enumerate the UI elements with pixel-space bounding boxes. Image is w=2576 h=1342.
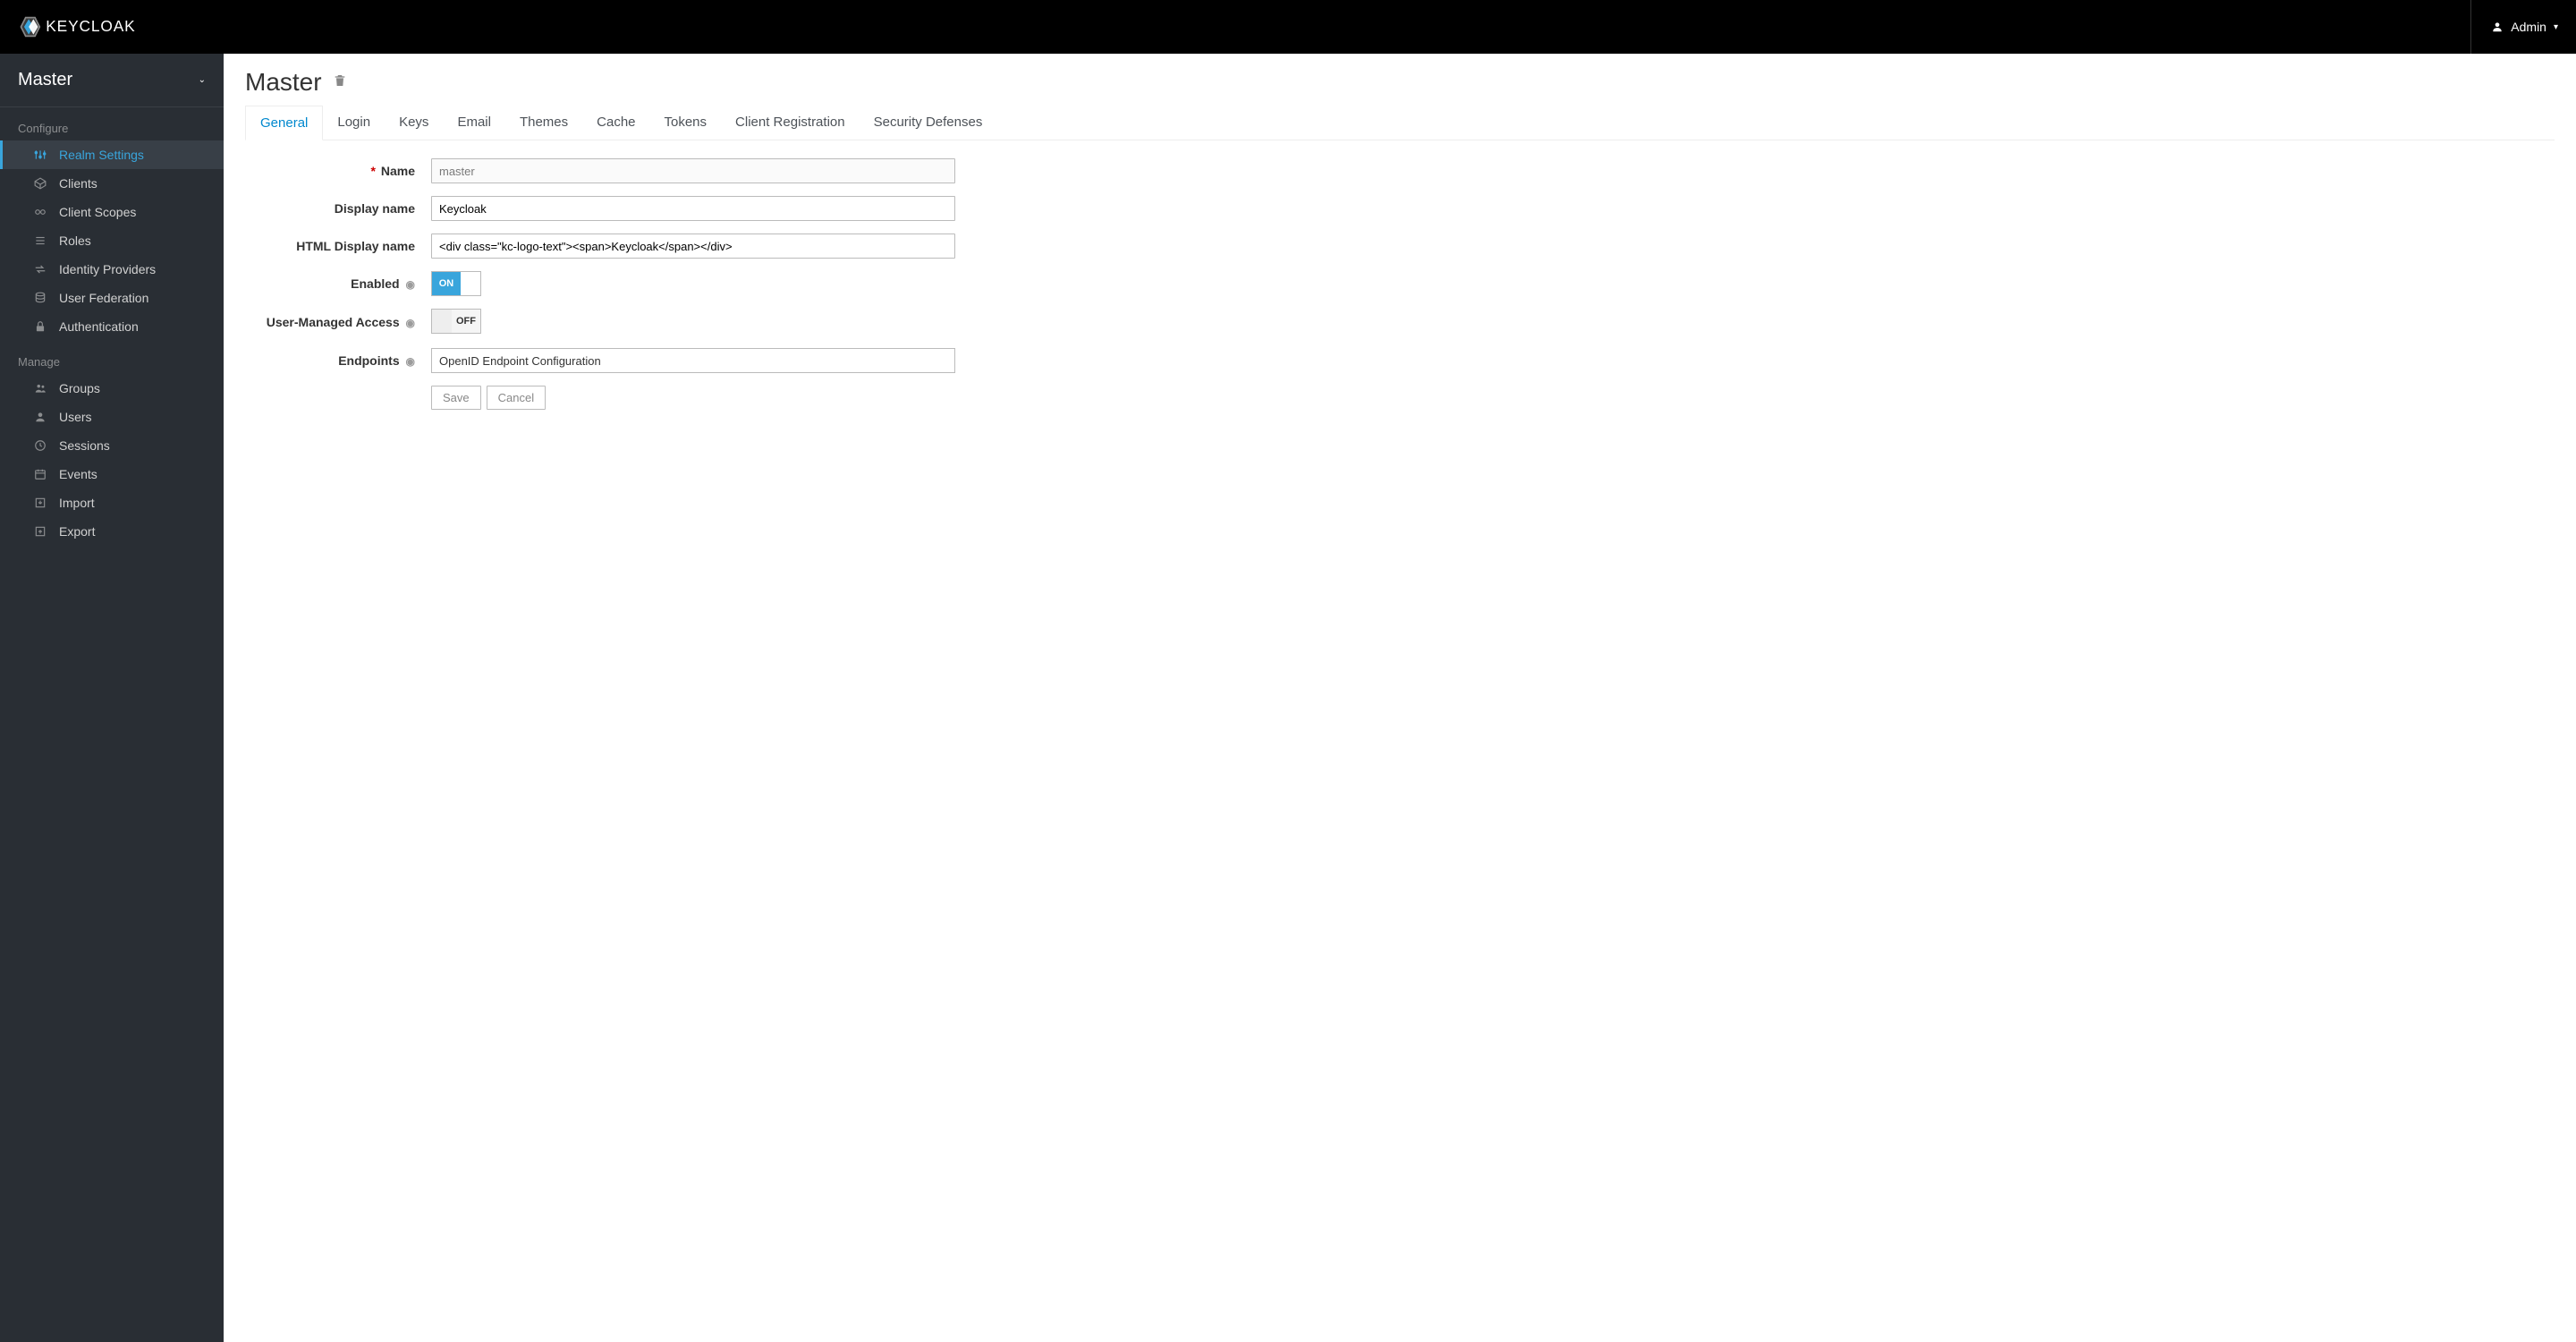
sidebar-item-label: Import bbox=[59, 496, 95, 510]
sidebar-item-clients[interactable]: Clients bbox=[0, 169, 224, 198]
section-label-configure: Configure bbox=[0, 107, 224, 140]
enabled-label: Enabled ◉ bbox=[245, 276, 431, 291]
tab-tokens[interactable]: Tokens bbox=[650, 106, 722, 140]
user-menu[interactable]: Admin ▾ bbox=[2470, 0, 2558, 54]
sidebar-item-label: Realm Settings bbox=[59, 148, 144, 162]
sidebar-item-label: Export bbox=[59, 524, 95, 539]
svg-text:KEYCLOAK: KEYCLOAK bbox=[46, 17, 135, 35]
sidebar-item-authentication[interactable]: Authentication bbox=[0, 312, 224, 341]
help-icon[interactable]: ◉ bbox=[406, 278, 415, 291]
name-input[interactable] bbox=[431, 158, 955, 183]
tab-general[interactable]: General bbox=[245, 106, 323, 140]
sliders-icon bbox=[34, 149, 47, 161]
sidebar-item-label: Client Scopes bbox=[59, 205, 136, 219]
sidebar-item-client-scopes[interactable]: Client Scopes bbox=[0, 198, 224, 226]
help-icon[interactable]: ◉ bbox=[406, 355, 415, 368]
sidebar-item-label: Events bbox=[59, 467, 97, 481]
sidebar-item-realm-settings[interactable]: Realm Settings bbox=[0, 140, 224, 169]
page-title: Master bbox=[245, 68, 322, 97]
cube-icon bbox=[34, 177, 47, 190]
realm-switcher[interactable]: Master ⌄ bbox=[0, 54, 224, 107]
display-name-input[interactable] bbox=[431, 196, 955, 221]
tab-email[interactable]: Email bbox=[443, 106, 505, 140]
user-icon bbox=[34, 411, 47, 423]
import-icon bbox=[34, 497, 47, 509]
sidebar-item-users[interactable]: Users bbox=[0, 403, 224, 431]
sidebar-item-label: Groups bbox=[59, 381, 100, 395]
html-display-name-input[interactable] bbox=[431, 234, 955, 259]
uma-label: User-Managed Access ◉ bbox=[245, 315, 431, 329]
content: Master General Login Keys Email Themes C… bbox=[224, 54, 2576, 1342]
export-icon bbox=[34, 525, 47, 538]
list-icon bbox=[34, 234, 47, 247]
sidebar-item-export[interactable]: Export bbox=[0, 517, 224, 546]
enabled-toggle[interactable]: ON bbox=[431, 271, 481, 296]
toggle-thumb bbox=[461, 272, 480, 295]
lock-icon bbox=[34, 320, 47, 333]
sidebar-item-label: Roles bbox=[59, 234, 91, 248]
realm-name: Master bbox=[18, 70, 72, 90]
clock-icon bbox=[34, 439, 47, 452]
trash-icon[interactable] bbox=[333, 73, 347, 92]
sidebar-item-label: Authentication bbox=[59, 319, 139, 334]
sidebar-item-identity-providers[interactable]: Identity Providers bbox=[0, 255, 224, 284]
display-name-label: Display name bbox=[245, 201, 431, 216]
keycloak-logo[interactable]: KEYCLOAK bbox=[18, 14, 170, 39]
sidebar: Master ⌄ Configure Realm Settings Client… bbox=[0, 54, 224, 1342]
sidebar-item-label: Identity Providers bbox=[59, 262, 156, 276]
sidebar-item-user-federation[interactable]: User Federation bbox=[0, 284, 224, 312]
tab-security-defenses[interactable]: Security Defenses bbox=[860, 106, 997, 140]
html-display-name-label: HTML Display name bbox=[245, 239, 431, 253]
help-icon[interactable]: ◉ bbox=[406, 317, 415, 329]
exchange-icon bbox=[34, 263, 47, 276]
sidebar-item-label: Clients bbox=[59, 176, 97, 191]
sidebar-item-import[interactable]: Import bbox=[0, 488, 224, 517]
user-label: Admin bbox=[2511, 20, 2546, 34]
sidebar-item-roles[interactable]: Roles bbox=[0, 226, 224, 255]
endpoints-label: Endpoints ◉ bbox=[245, 353, 431, 368]
endpoints-link[interactable]: OpenID Endpoint Configuration bbox=[431, 348, 955, 373]
tab-cache[interactable]: Cache bbox=[582, 106, 649, 140]
toggle-thumb bbox=[432, 310, 452, 333]
scope-icon bbox=[34, 206, 47, 218]
tab-themes[interactable]: Themes bbox=[505, 106, 582, 140]
sidebar-item-label: User Federation bbox=[59, 291, 148, 305]
chevron-down-icon: ▾ bbox=[2554, 22, 2558, 32]
tab-client-registration[interactable]: Client Registration bbox=[721, 106, 860, 140]
uma-toggle[interactable]: OFF bbox=[431, 309, 481, 334]
topbar: KEYCLOAK Admin ▾ bbox=[0, 0, 2576, 54]
toggle-on-label: ON bbox=[432, 272, 461, 295]
toggle-off-label: OFF bbox=[452, 310, 480, 333]
cancel-button[interactable]: Cancel bbox=[487, 386, 546, 410]
sidebar-item-events[interactable]: Events bbox=[0, 460, 224, 488]
form: * Name Display name HTML Display name En… bbox=[245, 158, 2555, 410]
tab-keys[interactable]: Keys bbox=[385, 106, 443, 140]
sidebar-item-sessions[interactable]: Sessions bbox=[0, 431, 224, 460]
section-label-manage: Manage bbox=[0, 341, 224, 374]
tab-login[interactable]: Login bbox=[323, 106, 385, 140]
database-icon bbox=[34, 292, 47, 304]
user-icon bbox=[2491, 21, 2504, 33]
calendar-icon bbox=[34, 468, 47, 480]
sidebar-item-label: Users bbox=[59, 410, 92, 424]
name-label: * Name bbox=[245, 164, 431, 178]
sidebar-item-groups[interactable]: Groups bbox=[0, 374, 224, 403]
save-button[interactable]: Save bbox=[431, 386, 481, 410]
chevron-down-icon: ⌄ bbox=[199, 75, 206, 85]
tablist: General Login Keys Email Themes Cache To… bbox=[245, 106, 2555, 140]
users-icon bbox=[34, 382, 47, 395]
sidebar-item-label: Sessions bbox=[59, 438, 110, 453]
